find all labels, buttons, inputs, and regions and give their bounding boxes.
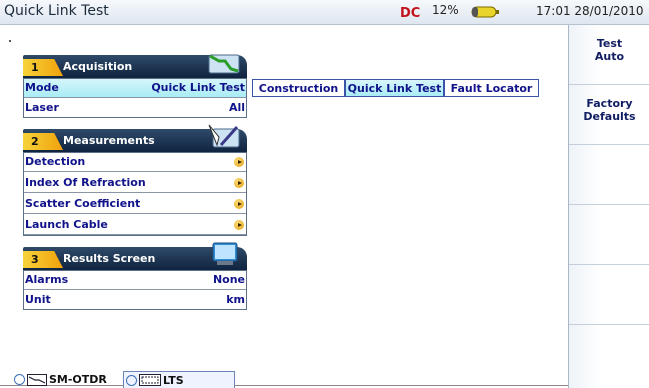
dc-power-icon: DC [400, 6, 420, 20]
row-label: Scatter Coefficient [25, 197, 141, 210]
measurement-pen-icon [208, 124, 240, 148]
acquisition-trace-icon [208, 54, 240, 74]
section-title: Measurements [63, 134, 155, 147]
section-number: 3 [23, 251, 63, 268]
row-value: All [228, 101, 245, 114]
softkey-6[interactable] [569, 325, 649, 385]
row-scatter-coefficient[interactable]: Scatter Coefficient [23, 194, 247, 214]
section-title: Results Screen [63, 252, 156, 265]
radio-icon [14, 374, 25, 385]
row-value: Quick Link Test [151, 81, 245, 94]
radio-icon [126, 374, 137, 386]
row-label: Alarms [25, 273, 69, 286]
button-line2: Auto [594, 50, 625, 63]
row-label: Unit [25, 293, 51, 306]
row-label: Launch Cable [25, 218, 108, 231]
section-results-header: 3 Results Screen [23, 242, 247, 270]
button-line1: Test [596, 37, 623, 50]
row-launch-cable[interactable]: Launch Cable [23, 215, 247, 235]
title-bar: Quick Link Test DC 12% 17:01 28/01/2010 [0, 0, 649, 25]
section-number: 2 [23, 133, 63, 150]
option-fault-locator[interactable]: Fault Locator [444, 79, 539, 97]
expand-arrow-icon[interactable] [234, 178, 244, 188]
softkey-5[interactable] [569, 265, 649, 325]
row-unit[interactable]: Unit km [23, 290, 247, 310]
section-title: Acquisition [63, 60, 133, 73]
svg-text:DC: DC [400, 6, 420, 20]
row-value: km [226, 293, 245, 306]
battery-percent: 12% [432, 3, 459, 17]
section-number: 1 [23, 59, 63, 76]
section-acquisition-header: 1 Acquisition [23, 54, 247, 78]
expand-arrow-icon[interactable] [234, 220, 244, 230]
softkey-sidebar: Test Auto Factory Defaults [568, 25, 649, 388]
battery-icon [471, 6, 499, 18]
option-construction[interactable]: Construction [252, 79, 345, 97]
tab-label: SM-OTDR [49, 373, 107, 386]
clock: 17:01 28/01/2010 [536, 4, 644, 18]
tab-label: LTS [163, 373, 184, 387]
row-label: Mode [25, 81, 59, 94]
monitor-icon [212, 242, 238, 265]
row-mode[interactable]: Mode Quick Link Test [23, 78, 247, 98]
softkey-3[interactable] [569, 145, 649, 205]
expand-arrow-icon[interactable] [234, 199, 244, 209]
factory-defaults-button[interactable]: Factory Defaults [569, 85, 649, 145]
tab-sm-otdr[interactable]: SM-OTDR [14, 371, 107, 388]
otdr-trace-icon [27, 373, 47, 386]
page-title: Quick Link Test [4, 3, 109, 19]
button-line2: Defaults [583, 110, 636, 123]
row-value: None [212, 273, 245, 286]
row-label: Index Of Refraction [25, 176, 146, 189]
row-index-of-refraction[interactable]: Index Of Refraction [23, 173, 247, 193]
softkey-4[interactable] [569, 205, 649, 265]
row-detection[interactable]: Detection [23, 152, 247, 172]
marker-dot [9, 40, 11, 42]
expand-arrow-icon[interactable] [234, 157, 244, 167]
row-laser[interactable]: Laser All [23, 98, 247, 118]
row-label: Detection [25, 155, 86, 168]
tab-lts[interactable]: LTS [123, 371, 235, 388]
button-line1: Factory [586, 97, 633, 110]
section-measurements-header: 2 Measurements [23, 124, 247, 152]
option-quick-link-test[interactable]: Quick Link Test [345, 79, 444, 97]
lts-icon [139, 374, 161, 386]
test-auto-button[interactable]: Test Auto [569, 25, 649, 85]
row-label: Laser [25, 101, 59, 114]
row-alarms[interactable]: Alarms None [23, 270, 247, 290]
